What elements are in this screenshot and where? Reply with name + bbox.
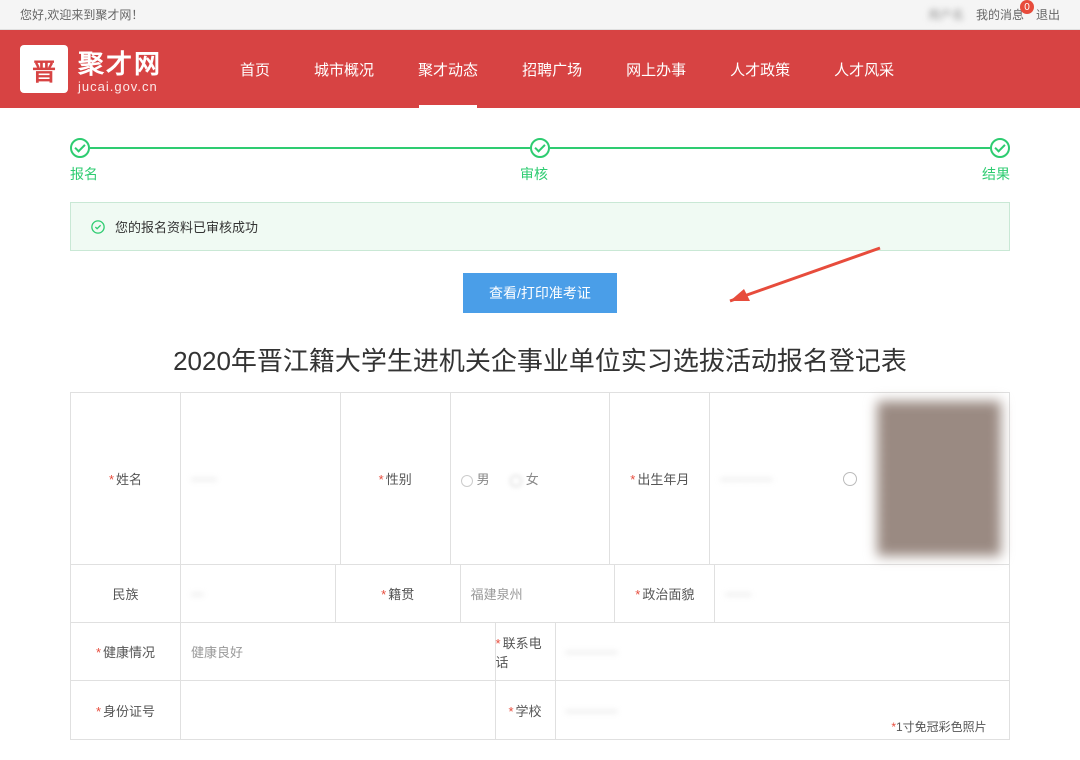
health-field[interactable]: 健康良好 xyxy=(181,623,496,680)
ethnic-field[interactable]: — xyxy=(181,565,336,622)
progress-step-icon xyxy=(990,138,1010,158)
name-field[interactable]: —— xyxy=(181,393,341,564)
nav-home[interactable]: 首页 xyxy=(222,31,288,108)
print-ticket-button[interactable]: 查看/打印准考证 xyxy=(463,273,617,313)
photo-label: 1寸免冠彩色照片 xyxy=(891,718,986,735)
form-row-2: 民族 — 籍贯 福建泉州 政治面貌 —— xyxy=(71,565,1009,623)
nav-jobs[interactable]: 招聘广场 xyxy=(504,31,600,108)
top-bar: 您好,欢迎来到聚才网！ 用户名 我的消息 0 退出 xyxy=(0,0,1080,30)
political-label: 政治面貌 xyxy=(635,584,694,603)
nav-talent[interactable]: 人才风采 xyxy=(816,31,912,108)
origin-label: 籍贯 xyxy=(381,584,414,603)
messages-link[interactable]: 我的消息 0 xyxy=(976,6,1024,23)
registration-form: 姓名 —— 性别 男 女 出生年月 ———— 民族 — 籍贯 福建泉州 政治面貌… xyxy=(70,392,1010,740)
form-row-1: 姓名 —— 性别 男 女 出生年月 ———— xyxy=(71,393,1009,565)
form-row-3: 健康情况 健康良好 联系电话 ———— xyxy=(71,623,1009,681)
logo-title: 聚才网 xyxy=(78,44,162,81)
ethnic-label: 民族 xyxy=(112,584,138,603)
gender-male-radio[interactable]: 男 xyxy=(461,469,490,488)
phone-label: 联系电话 xyxy=(496,633,555,671)
form-title: 2020年晋江籍大学生进机关企事业单位实习选拔活动报名登记表 xyxy=(70,341,1010,378)
birth-field[interactable]: ———— xyxy=(710,393,869,564)
content-area: 报名 审核 结果 您的报名资料已审核成功 查看/打印准考证 2020年晋江籍大学… xyxy=(0,108,1080,760)
birth-label: 出生年月 xyxy=(630,469,689,488)
gender-female-radio[interactable]: 女 xyxy=(510,469,539,488)
gender-label: 性别 xyxy=(379,469,412,488)
name-label: 姓名 xyxy=(109,469,142,488)
nav-news[interactable]: 聚才动态 xyxy=(400,31,496,108)
photo-cell xyxy=(869,393,1009,564)
nav-policy[interactable]: 人才政策 xyxy=(712,31,808,108)
photo-preview[interactable] xyxy=(877,401,1001,556)
success-text: 您的报名资料已审核成功 xyxy=(115,217,258,236)
origin-field[interactable]: 福建泉州 xyxy=(461,565,616,622)
school-label: 学校 xyxy=(508,701,541,720)
step-label: 审核 xyxy=(520,164,548,184)
main-header: 晋 聚才网 jucai.gov.cn 首页 城市概况 聚才动态 招聘广场 网上办… xyxy=(0,30,1080,108)
check-circle-icon xyxy=(91,220,105,234)
user-name[interactable]: 用户名 xyxy=(928,6,964,23)
site-logo[interactable]: 晋 聚才网 jucai.gov.cn xyxy=(20,44,162,94)
id-field[interactable] xyxy=(181,681,496,739)
progress-line xyxy=(550,147,990,149)
id-label: 身份证号 xyxy=(96,701,155,720)
health-label: 健康情况 xyxy=(96,642,155,661)
welcome-text: 您好,欢迎来到聚才网！ xyxy=(20,6,143,23)
progress-bar xyxy=(70,138,1010,158)
top-bar-right: 用户名 我的消息 0 退出 xyxy=(928,6,1060,23)
print-row: 查看/打印准考证 xyxy=(70,273,1010,313)
main-nav: 首页 城市概况 聚才动态 招聘广场 网上办事 人才政策 人才风采 xyxy=(222,31,912,108)
progress-step-icon xyxy=(530,138,550,158)
nav-city[interactable]: 城市概况 xyxy=(296,31,392,108)
phone-field[interactable]: ———— xyxy=(556,623,870,680)
logo-icon: 晋 xyxy=(20,45,68,93)
logo-subtitle: jucai.gov.cn xyxy=(78,79,162,94)
progress-labels: 报名 审核 结果 xyxy=(70,164,1010,184)
nav-online[interactable]: 网上办事 xyxy=(608,31,704,108)
school-field[interactable]: ———— xyxy=(556,681,870,739)
step-label: 结果 xyxy=(982,164,1010,184)
form-row-4: 身份证号 学校 ———— 1寸免冠彩色照片 xyxy=(71,681,1009,739)
progress-step-icon xyxy=(70,138,90,158)
logout-link[interactable]: 退出 xyxy=(1036,6,1060,23)
step-label: 报名 xyxy=(70,164,98,184)
badge-count: 0 xyxy=(1020,0,1034,14)
political-field[interactable]: —— xyxy=(715,565,869,622)
progress-line xyxy=(90,147,530,149)
annotation-arrow-icon xyxy=(710,243,890,313)
gender-field[interactable]: 男 女 xyxy=(451,393,611,564)
